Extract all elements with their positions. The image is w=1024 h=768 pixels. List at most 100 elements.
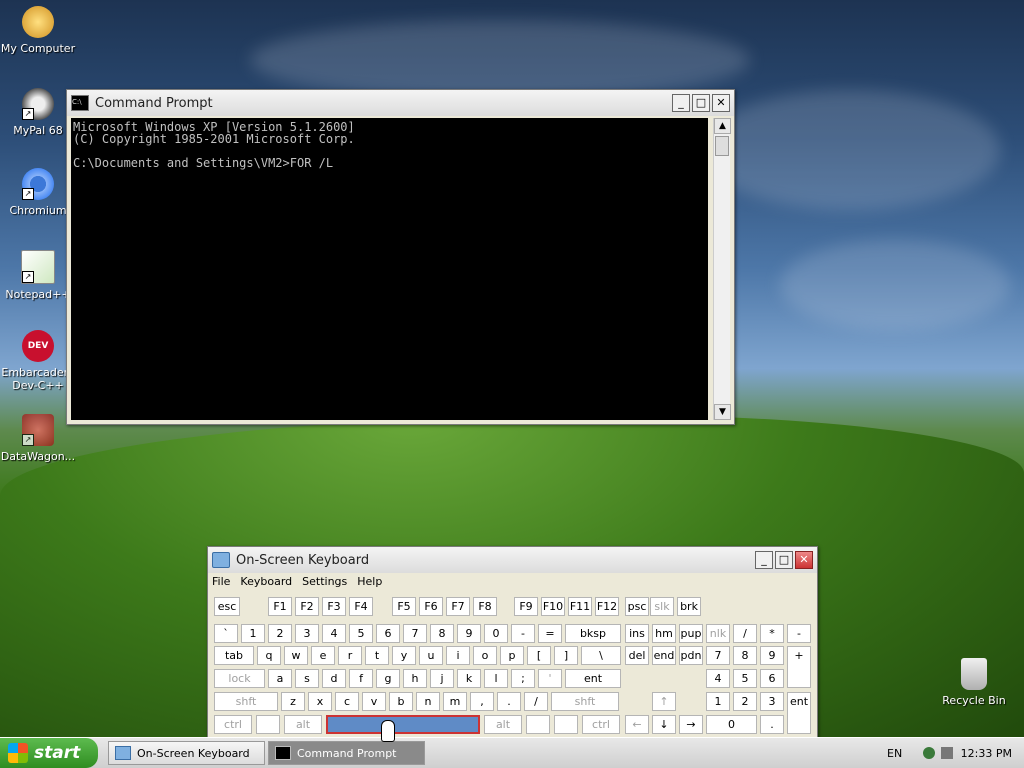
key-num-dot[interactable]: . — [760, 715, 784, 734]
key-left[interactable]: ← — [625, 715, 649, 734]
maximize-button[interactable]: □ — [692, 94, 710, 112]
key-num-0[interactable]: 0 — [706, 715, 757, 734]
maximize-button[interactable]: □ — [775, 551, 793, 569]
key-shift-4[interactable]: v — [362, 692, 386, 711]
key-tab-18[interactable]: 8 — [733, 646, 757, 665]
key-tab-7[interactable]: u — [419, 646, 443, 665]
key-tab-14[interactable]: del — [625, 646, 649, 665]
key-num-16[interactable]: pup — [679, 624, 703, 643]
key-shift-5[interactable]: b — [389, 692, 413, 711]
key-num-3[interactable]: 3 — [295, 624, 319, 643]
key-caps-3[interactable]: d — [322, 669, 346, 688]
key-shift-15[interactable]: 3 — [760, 692, 784, 711]
key-tab-15[interactable]: end — [652, 646, 676, 665]
key-num-9[interactable]: 9 — [457, 624, 481, 643]
key-caps-11[interactable]: ' — [538, 669, 562, 688]
key-win-right[interactable] — [526, 715, 550, 734]
key-num-15[interactable]: hm — [652, 624, 676, 643]
key-tab-11[interactable]: [ — [527, 646, 551, 665]
key-num-enter[interactable]: ent — [787, 692, 811, 734]
key-num-18[interactable]: / — [733, 624, 757, 643]
key-0[interactable]: esc — [214, 597, 240, 616]
key-tab-0[interactable]: tab — [214, 646, 254, 665]
minimize-button[interactable]: _ — [672, 94, 690, 112]
key-num-7[interactable]: 7 — [403, 624, 427, 643]
desktop-icon-notepad[interactable]: ↗ Notepad++ — [0, 250, 76, 301]
key-num-19[interactable]: * — [760, 624, 784, 643]
start-button[interactable]: start — [0, 738, 98, 768]
key-caps-7[interactable]: j — [430, 669, 454, 688]
key-15[interactable]: brk — [677, 597, 701, 616]
language-indicator[interactable]: EN — [887, 747, 902, 760]
key-caps-15[interactable]: 6 — [760, 669, 784, 688]
key-tab-1[interactable]: q — [257, 646, 281, 665]
cmd-titlebar[interactable]: C:\ Command Prompt _ □ ✕ — [67, 90, 734, 116]
key-6[interactable]: F6 — [419, 597, 443, 616]
vertical-scrollbar[interactable]: ▲ ▼ — [713, 118, 731, 420]
key-caps-12[interactable]: ent — [565, 669, 621, 688]
key-tab-3[interactable]: e — [311, 646, 335, 665]
desktop-icon-chromium[interactable]: ↗ Chromium — [0, 168, 76, 217]
key-tab-17[interactable]: 7 — [706, 646, 730, 665]
key-12[interactable]: F12 — [595, 597, 619, 616]
key-4[interactable]: F4 — [349, 597, 373, 616]
key-caps-6[interactable]: h — [403, 669, 427, 688]
key-14[interactable]: slk — [650, 597, 674, 616]
key-num-17[interactable]: nlk — [706, 624, 730, 643]
taskbar-button-cmd[interactable]: Command Prompt — [268, 741, 425, 765]
key-num-5[interactable]: 5 — [349, 624, 373, 643]
clock[interactable]: 12:33 PM — [961, 747, 1012, 760]
key-caps-14[interactable]: 5 — [733, 669, 757, 688]
minimize-button[interactable]: _ — [755, 551, 773, 569]
speaker-icon[interactable] — [940, 747, 953, 759]
key-num-20[interactable]: - — [787, 624, 811, 643]
key-num-10[interactable]: 0 — [484, 624, 508, 643]
scroll-down-arrow-icon[interactable]: ▼ — [714, 404, 731, 420]
key-caps-9[interactable]: l — [484, 669, 508, 688]
scroll-up-arrow-icon[interactable]: ▲ — [714, 118, 731, 134]
key-11[interactable]: F11 — [568, 597, 592, 616]
key-num-13[interactable]: bksp — [565, 624, 621, 643]
network-icon[interactable] — [922, 747, 935, 759]
key-down[interactable]: ↓ — [652, 715, 676, 734]
menu-file[interactable]: File — [212, 575, 230, 588]
key-num-8[interactable]: 8 — [430, 624, 454, 643]
key-shift-14[interactable]: 2 — [733, 692, 757, 711]
key-alt-right[interactable]: alt — [484, 715, 522, 734]
key-num-1[interactable]: 1 — [241, 624, 265, 643]
key-8[interactable]: F8 — [473, 597, 497, 616]
key-10[interactable]: F10 — [541, 597, 565, 616]
key-caps-2[interactable]: s — [295, 669, 319, 688]
key-tab-8[interactable]: i — [446, 646, 470, 665]
key-9[interactable]: F9 — [514, 597, 538, 616]
key-tab-13[interactable]: \ — [581, 646, 621, 665]
key-caps-10[interactable]: ; — [511, 669, 535, 688]
menu-keyboard[interactable]: Keyboard — [240, 575, 292, 588]
key-caps-1[interactable]: a — [268, 669, 292, 688]
key-1[interactable]: F1 — [268, 597, 292, 616]
desktop-icon-datawagon[interactable]: ↗ DataWagon... — [0, 414, 76, 463]
key-2[interactable]: F2 — [295, 597, 319, 616]
key-caps-13[interactable]: 4 — [706, 669, 730, 688]
key-shift-12[interactable]: ↑ — [652, 692, 676, 711]
key-tab-10[interactable]: p — [500, 646, 524, 665]
key-ctrl-right[interactable]: ctrl — [582, 715, 620, 734]
key-num-11[interactable]: - — [511, 624, 535, 643]
key-tab-9[interactable]: o — [473, 646, 497, 665]
key-tab-12[interactable]: ] — [554, 646, 578, 665]
close-button[interactable]: ✕ — [712, 94, 730, 112]
key-num-2[interactable]: 2 — [268, 624, 292, 643]
key-shift-9[interactable]: . — [497, 692, 521, 711]
key-space[interactable] — [326, 715, 480, 734]
key-shift-3[interactable]: c — [335, 692, 359, 711]
key-5[interactable]: F5 — [392, 597, 416, 616]
osk-window[interactable]: On-Screen Keyboard _ □ ✕ File Keyboard S… — [207, 546, 818, 739]
key-num-14[interactable]: ins — [625, 624, 649, 643]
key-num-plus[interactable]: + — [787, 646, 811, 688]
key-tab-2[interactable]: w — [284, 646, 308, 665]
key-tab-16[interactable]: pdn — [679, 646, 703, 665]
key-right[interactable]: → — [679, 715, 703, 734]
taskbar-button-osk[interactable]: On-Screen Keyboard — [108, 741, 265, 765]
key-num-4[interactable]: 4 — [322, 624, 346, 643]
menu-settings[interactable]: Settings — [302, 575, 347, 588]
